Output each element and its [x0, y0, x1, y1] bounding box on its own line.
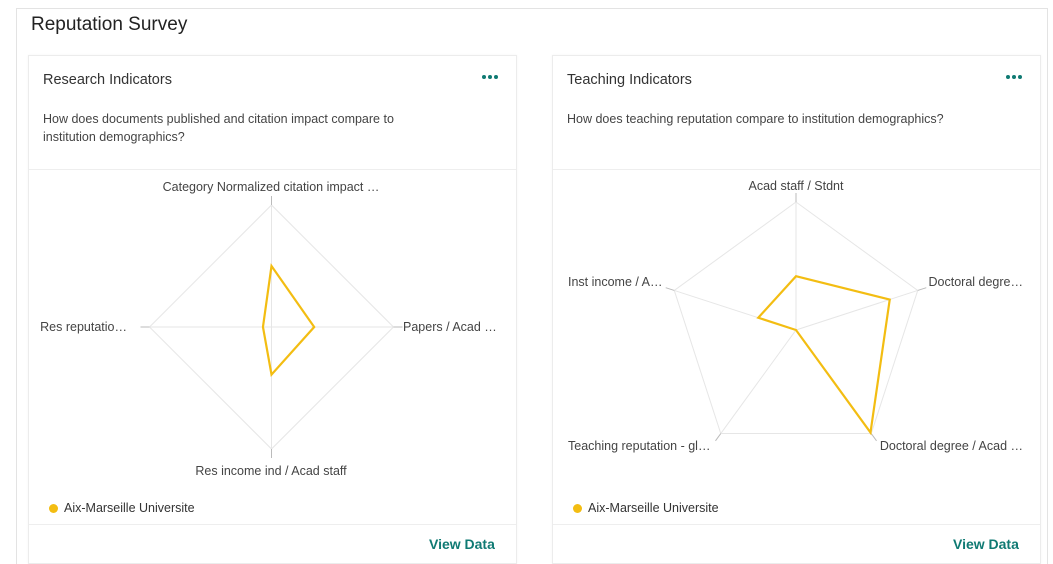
series-polygon[interactable]	[261, 263, 316, 377]
legend-marker	[573, 503, 582, 513]
legend[interactable]: Aix-Marseille Universite	[573, 501, 719, 515]
card-description: How does documents published and citatio…	[43, 112, 394, 144]
axis-label: Papers / Acad …	[403, 320, 497, 334]
axis-label: Teaching reputation - gl…	[568, 439, 710, 453]
teaching-radar-chart: Acad staff / Stdnt Doctoral degre… Doctora…	[568, 179, 1024, 453]
view-data-link[interactable]: View Data	[429, 536, 495, 552]
research-indicators-card: Research Indicators How does documents p…	[28, 55, 517, 564]
more-options-icon[interactable]	[1003, 70, 1025, 84]
radar-spoke	[720, 329, 797, 434]
more-options-icon[interactable]	[479, 70, 501, 84]
axis-label: Category Normalized citation impact …	[163, 180, 380, 194]
axis-tick	[917, 287, 927, 291]
view-data-link[interactable]: View Data	[953, 536, 1019, 552]
axis-label: Doctoral degree / Acad …	[880, 439, 1023, 453]
axis-label: Res reputatio…	[40, 320, 127, 334]
divider	[29, 524, 516, 525]
axis-label: Res income ind / Acad staff	[195, 464, 347, 478]
card-title: Research Indicators	[43, 72, 172, 88]
radar-spoke	[795, 289, 918, 331]
teaching-indicators-card: Teaching Indicators How does teaching re…	[552, 55, 1041, 564]
legend-label: Aix-Marseille Universite	[64, 501, 195, 515]
divider	[553, 524, 1040, 525]
section-title: Reputation Survey	[31, 14, 188, 35]
legend[interactable]: Aix-Marseille Universite	[49, 501, 195, 515]
legend-marker	[49, 503, 58, 513]
axis-label: Doctoral degre…	[929, 275, 1024, 289]
legend-label: Aix-Marseille Universite	[588, 501, 719, 515]
axis-label: Inst income / A…	[568, 275, 662, 289]
research-radar-chart: Category Normalized citation impact … Pap…	[40, 180, 497, 478]
axis-label: Acad staff / Stdnt	[749, 179, 844, 193]
axis-tick	[870, 433, 877, 442]
card-description: How does teaching reputation compare to …	[567, 112, 944, 126]
axis-tick	[665, 287, 675, 291]
card-title: Teaching Indicators	[567, 72, 692, 88]
axis-tick	[715, 433, 722, 442]
